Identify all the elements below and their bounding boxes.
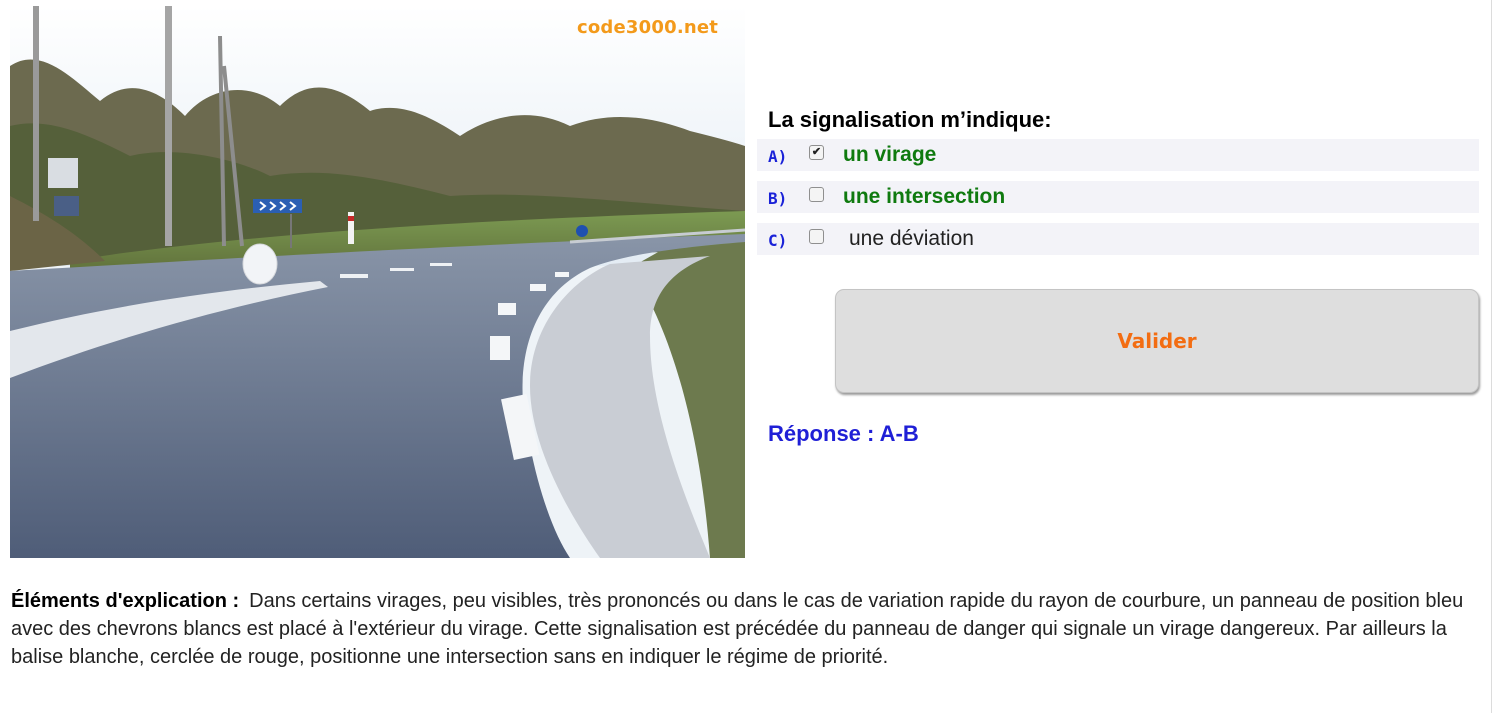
choice-b-checkbox[interactable] [809,187,824,202]
site-watermark: code3000.net [577,17,719,38]
question-photo: code3000.net [10,6,745,558]
choice-a-label[interactable]: un virage [843,143,936,167]
choice-b-label[interactable]: une intersection [843,185,1005,209]
question-title: La signalisation m’indique: [768,107,1052,132]
choice-c-label[interactable]: une déviation [849,227,974,251]
choice-b-letter: B) [768,189,788,208]
choice-c[interactable]: C) une déviation [757,223,1479,255]
choice-a-letter: A) [768,147,788,166]
explanation-label: Éléments d'explication : [11,590,240,612]
validate-button[interactable]: Valider [835,289,1479,393]
page-right-border [1491,0,1492,713]
answer-text: Réponse : A-B [768,421,919,446]
answer-choices: A) ✔ un virage B) une intersection C) un… [757,139,1479,265]
choice-a-checkbox[interactable]: ✔ [809,145,824,160]
choice-c-letter: C) [768,231,788,250]
explanation-paragraph: Éléments d'explication : Dans certains vi… [11,587,1481,671]
choice-b[interactable]: B) une intersection [757,181,1479,213]
choice-c-checkbox[interactable] [809,229,824,244]
choice-a[interactable]: A) ✔ un virage [757,139,1479,171]
road-scene-image [10,6,745,558]
